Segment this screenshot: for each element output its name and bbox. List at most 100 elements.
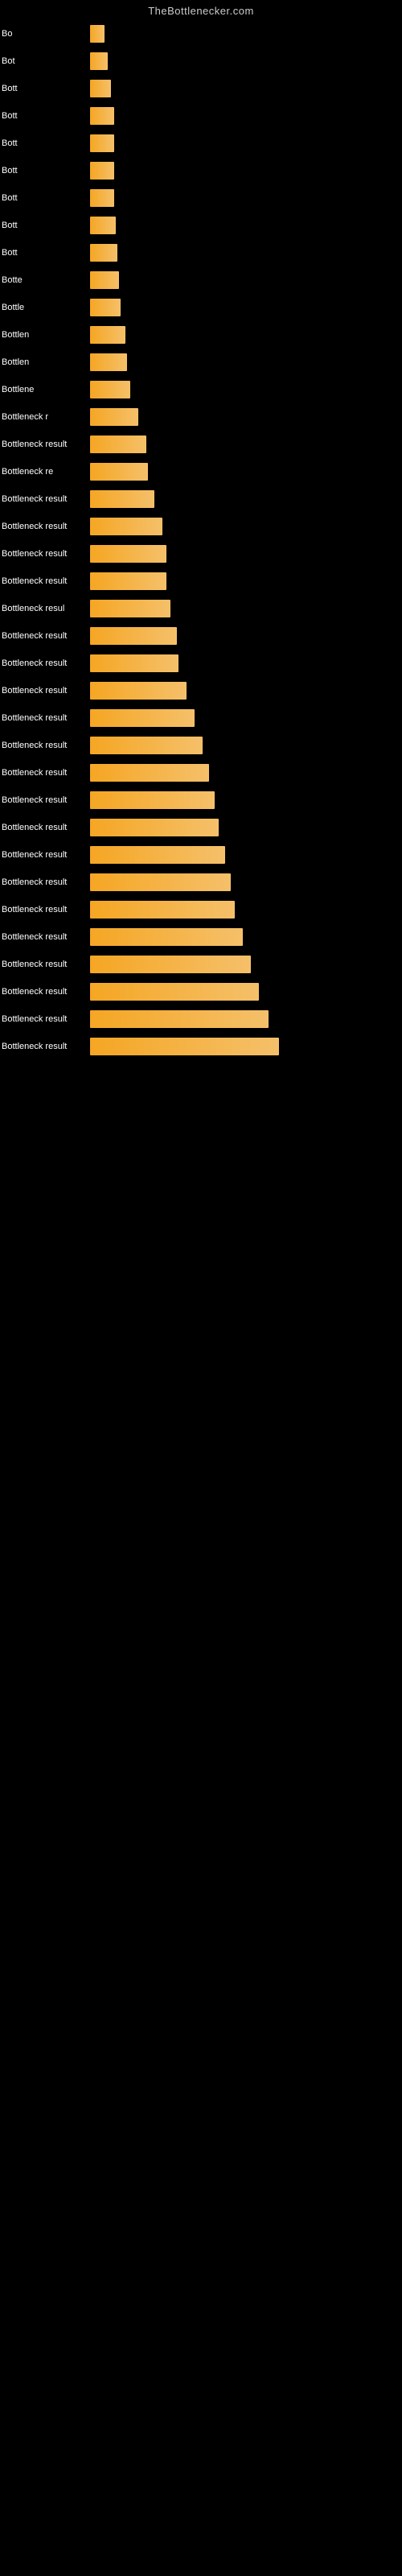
bar-label: Bottleneck result [2, 960, 90, 969]
bar-row: Bottleneck result [0, 704, 402, 732]
bar-fill [90, 600, 170, 617]
bar-label: Bottleneck resul [2, 604, 90, 613]
bar-label: Bottleneck result [2, 795, 90, 805]
bar-row: Bott [0, 75, 402, 102]
bar-row: Bott [0, 157, 402, 184]
bar-label: Bottleneck r [2, 412, 90, 422]
bar-fill [90, 244, 117, 262]
bar-label: Bottleneck result [2, 741, 90, 750]
bar-fill [90, 52, 108, 70]
bar-fill [90, 654, 178, 672]
bar-label: Bottleneck re [2, 467, 90, 477]
bar-label: Bottle [2, 303, 90, 312]
bar-fill [90, 353, 127, 371]
bar-label: Bottlen [2, 357, 90, 367]
bar-label: Bott [2, 111, 90, 121]
bar-fill [90, 709, 195, 727]
bar-fill [90, 928, 243, 946]
bar-fill [90, 518, 162, 535]
bars-container: Bo Bot Bott Bott Bott Bott Bott Bott Bott Botte Bo… [0, 20, 402, 1060]
bar-fill [90, 436, 146, 453]
bar-row: Bottleneck result [0, 677, 402, 704]
bar-label: Bo [2, 29, 90, 39]
bar-label: Bottleneck result [2, 987, 90, 997]
bar-row: Bott [0, 212, 402, 239]
bar-label: Bottleneck result [2, 631, 90, 641]
bar-row: Bottleneck result [0, 431, 402, 458]
bar-fill [90, 1010, 269, 1028]
bar-label: Bottleneck result [2, 905, 90, 914]
bar-fill [90, 873, 231, 891]
bar-fill [90, 572, 166, 590]
bar-row: Bottleneck result [0, 650, 402, 677]
bar-fill [90, 80, 111, 97]
bar-label: Bottleneck result [2, 1014, 90, 1024]
bar-row: Botte [0, 266, 402, 294]
bar-row: Bott [0, 130, 402, 157]
bar-label: Bott [2, 138, 90, 148]
bar-label: Bottleneck result [2, 932, 90, 942]
bar-row: Bottleneck result [0, 732, 402, 759]
bar-label: Bottlene [2, 385, 90, 394]
bar-fill [90, 381, 130, 398]
bar-row: Bottleneck result [0, 896, 402, 923]
bar-row: Bottleneck result [0, 513, 402, 540]
bar-row: Bottleneck result [0, 841, 402, 869]
bar-row: Bottleneck result [0, 485, 402, 513]
bar-label: Bottleneck result [2, 686, 90, 696]
bar-fill [90, 408, 138, 426]
bar-row: Bott [0, 239, 402, 266]
bar-fill [90, 983, 259, 1001]
bar-row: Bott [0, 184, 402, 212]
bar-label: Bottleneck result [2, 549, 90, 559]
bar-label: Bottleneck result [2, 522, 90, 531]
bar-fill [90, 25, 105, 43]
bar-fill [90, 217, 116, 234]
bar-fill [90, 764, 209, 782]
site-title: TheBottlenecker.com [0, 0, 402, 20]
bar-row: Bottleneck result [0, 759, 402, 786]
bar-fill [90, 846, 225, 864]
bar-row: Bott [0, 102, 402, 130]
bar-row: Bot [0, 47, 402, 75]
bar-fill [90, 627, 177, 645]
bar-row: Bottleneck result [0, 951, 402, 978]
bar-row: Bottleneck result [0, 1033, 402, 1060]
bar-row: Bottlene [0, 376, 402, 403]
bar-label: Bott [2, 166, 90, 175]
bar-fill [90, 901, 235, 919]
bar-row: Bottleneck result [0, 869, 402, 896]
bar-fill [90, 737, 203, 754]
bar-row: Bottleneck re [0, 458, 402, 485]
bar-label: Bottleneck result [2, 877, 90, 887]
bar-fill [90, 463, 148, 481]
bar-fill [90, 819, 219, 836]
bar-fill [90, 162, 114, 180]
bar-label: Bott [2, 248, 90, 258]
bar-row: Bottleneck result [0, 568, 402, 595]
bar-fill [90, 299, 121, 316]
bar-label: Bottleneck result [2, 768, 90, 778]
bar-row: Bo [0, 20, 402, 47]
bar-row: Bottleneck result [0, 814, 402, 841]
bar-row: Bottleneck result [0, 622, 402, 650]
bar-fill [90, 326, 125, 344]
bar-label: Bottleneck result [2, 494, 90, 504]
bar-fill [90, 490, 154, 508]
bar-label: Bottleneck result [2, 576, 90, 586]
bar-row: Bottleneck result [0, 786, 402, 814]
bar-row: Bottleneck resul [0, 595, 402, 622]
bar-label: Bottleneck result [2, 1042, 90, 1051]
bar-label: Botte [2, 275, 90, 285]
bar-row: Bottleneck result [0, 923, 402, 951]
bar-fill [90, 791, 215, 809]
bar-row: Bottleneck r [0, 403, 402, 431]
bar-row: Bottleneck result [0, 978, 402, 1005]
bar-fill [90, 1038, 279, 1055]
bar-row: Bottle [0, 294, 402, 321]
bar-label: Bottlen [2, 330, 90, 340]
bar-label: Bottleneck result [2, 850, 90, 860]
bar-fill [90, 682, 187, 700]
bar-label: Bott [2, 84, 90, 93]
bar-label: Bott [2, 193, 90, 203]
